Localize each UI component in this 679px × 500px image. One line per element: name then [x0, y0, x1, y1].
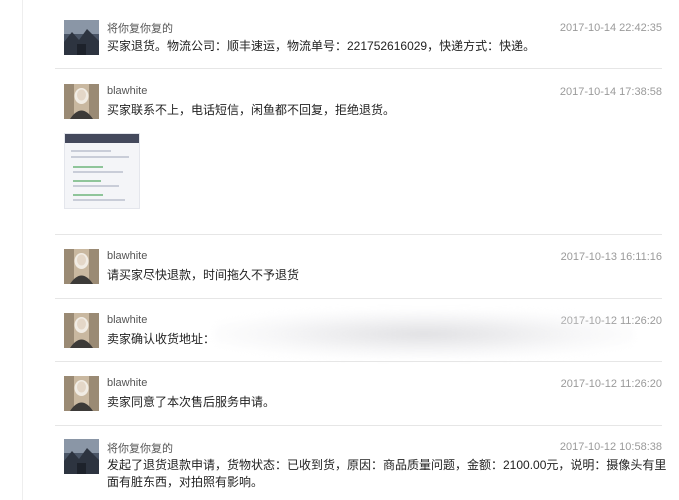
message-time: 2017-10-14 17:38:58 — [559, 86, 662, 98]
landscape-avatar-image — [64, 20, 99, 55]
thumbnail-line — [73, 171, 123, 173]
portrait-avatar-image — [64, 84, 99, 119]
avatar[interactable] — [64, 20, 99, 55]
message-text: 发起了退货退款申请，货物状态：已收到货，原因：商品质量问题，金额：2100.00… — [107, 458, 667, 489]
thumbnail-header — [65, 134, 139, 143]
left-border — [22, 0, 23, 500]
avatar[interactable] — [64, 439, 99, 474]
message-time: 2017-10-12 10:58:38 — [559, 441, 662, 453]
divider — [55, 298, 662, 299]
avatar[interactable] — [64, 313, 99, 348]
message-time: 2017-10-13 16:11:16 — [560, 251, 662, 263]
thumbnail-line — [73, 199, 125, 201]
avatar[interactable] — [64, 249, 99, 284]
sender-name: 将你复你复的 — [107, 443, 173, 455]
message-text: 买家退货。物流公司：顺丰速运，物流单号：221752616029，快递方式：快递… — [107, 39, 536, 53]
thumbnail-line — [73, 180, 101, 182]
sender-name: blawhite — [107, 85, 148, 97]
divider — [55, 234, 662, 235]
thumbnail-line — [73, 185, 119, 187]
landscape-avatar-image — [64, 439, 99, 474]
message-text: 卖家同意了本次售后服务申请。 — [107, 395, 276, 409]
portrait-avatar-image — [64, 249, 99, 284]
sender-name: 将你复你复的 — [107, 23, 173, 35]
thumbnail-line — [71, 150, 111, 152]
attachment-thumbnail[interactable] — [64, 133, 140, 209]
thumbnail-line — [73, 194, 103, 196]
avatar[interactable] — [64, 376, 99, 411]
sender-name: blawhite — [107, 250, 148, 262]
avatar[interactable] — [64, 84, 99, 119]
thumbnail-line — [73, 166, 103, 168]
divider — [55, 68, 662, 69]
message-time: 2017-10-12 11:26:20 — [560, 378, 662, 390]
portrait-avatar-image — [64, 376, 99, 411]
message-text: 卖家确认收货地址： — [107, 332, 216, 346]
message-text: 买家联系不上，电话短信，闲鱼都不回复，拒绝退货。 — [107, 103, 396, 117]
redacted-address — [214, 310, 634, 358]
divider — [55, 361, 662, 362]
sender-name: blawhite — [107, 314, 148, 326]
message-text: 请买家尽快退款，时间拖久不予退货 — [107, 268, 300, 282]
portrait-avatar-image — [64, 313, 99, 348]
thumbnail-line — [71, 156, 129, 158]
divider — [55, 425, 662, 426]
sender-name: blawhite — [107, 377, 148, 389]
message-time: 2017-10-14 22:42:35 — [559, 22, 662, 34]
